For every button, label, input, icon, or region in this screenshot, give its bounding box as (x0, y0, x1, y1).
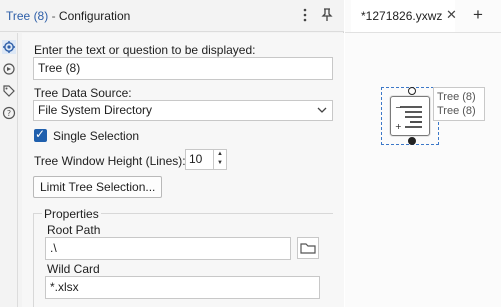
single-selection-label: Single Selection (53, 129, 140, 143)
panel-header: Tree (8) - Configuration (0, 0, 344, 32)
configuration-form: Enter the text or question to be display… (22, 33, 344, 307)
single-selection-checkbox[interactable] (34, 127, 47, 142)
tool-annotation: Tree (8) Tree (8) (433, 87, 485, 121)
height-stepper[interactable]: 10 ▲ ▼ (185, 149, 227, 170)
root-path-input[interactable]: .\ (45, 237, 291, 260)
workflow-icon[interactable] (2, 62, 16, 76)
height-value: 10 (189, 152, 203, 166)
svg-text:?: ? (7, 109, 11, 118)
wild-card-input[interactable]: *.xlsx (45, 276, 320, 299)
panel-title-name: Configuration (58, 9, 131, 23)
source-select[interactable]: File System Directory (33, 100, 333, 121)
panel-title-tool: Tree (8) (6, 9, 49, 23)
annotation-line-1: Tree (8) (437, 91, 476, 103)
tag-icon[interactable] (2, 84, 16, 98)
folder-icon (298, 243, 318, 261)
svg-text:+: + (395, 122, 402, 131)
plus-icon[interactable]: + (473, 5, 483, 25)
stepper-arrows[interactable]: ▲ ▼ (213, 150, 226, 169)
pin-icon[interactable] (319, 7, 335, 23)
close-icon[interactable]: ✕ (446, 7, 457, 23)
chevron-down-icon (316, 102, 328, 121)
tree-tool-icon[interactable]: − + (390, 96, 430, 136)
panel-title-separator: - (51, 9, 56, 23)
configuration-panel: Tree (8) - Configuration ? Enter the tex… (0, 0, 344, 307)
annotation-line-2: Tree (8) (437, 105, 476, 117)
more-vertical-icon[interactable] (297, 7, 313, 23)
tab-label: *1271826.yxwz (361, 9, 443, 23)
root-path-label: Root Path (47, 223, 101, 237)
source-select-value: File System Directory (38, 103, 153, 117)
output-anchor-icon[interactable] (408, 137, 416, 145)
help-icon[interactable]: ? (2, 106, 16, 120)
tab-bar-divider (345, 32, 501, 33)
input-anchor-icon[interactable] (408, 87, 416, 95)
tab-workflow[interactable]: *1271826.yxwz ✕ (351, 0, 457, 32)
side-rail: ? (0, 33, 18, 307)
tree-tool-node[interactable]: − + (381, 87, 439, 145)
source-label: Tree Data Source: (34, 86, 132, 100)
panel-title: Tree (8) - Configuration (6, 9, 130, 23)
stepper-down-icon[interactable]: ▼ (214, 159, 226, 168)
stepper-up-icon[interactable]: ▲ (214, 150, 226, 159)
folder-browse-button[interactable] (297, 237, 319, 259)
properties-title: Properties (42, 207, 101, 221)
gear-icon[interactable] (2, 40, 16, 54)
limit-tree-selection-button[interactable]: Limit Tree Selection... (33, 176, 163, 198)
prompt-input[interactable]: Tree (8) (33, 57, 333, 80)
wild-card-label: Wild Card (47, 262, 100, 276)
workflow-canvas[interactable]: *1271826.yxwz ✕ + − + Tree (8) Tree (8) (345, 0, 501, 307)
svg-text:−: − (395, 103, 402, 112)
height-label: Tree Window Height (Lines): (34, 154, 186, 168)
prompt-label: Enter the text or question to be display… (34, 43, 256, 57)
